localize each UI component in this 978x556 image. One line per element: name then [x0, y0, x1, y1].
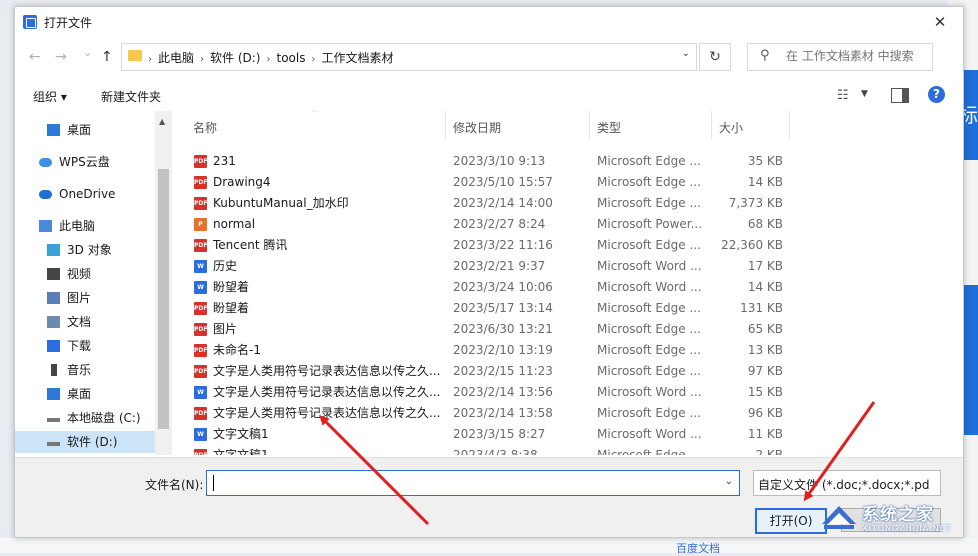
- watermark-logo-icon: [822, 506, 856, 529]
- watermark-subtext: XITONGZHIJIA.NET: [862, 524, 952, 533]
- annotation-arrows: [319, 401, 876, 526]
- arrow-to-open-icon: [803, 401, 876, 502]
- watermark-text: 系统之家: [862, 505, 934, 525]
- arrow-to-file-icon: [319, 415, 430, 526]
- watermark: 系统之家 XITONGZHIJIA.NET: [820, 498, 970, 538]
